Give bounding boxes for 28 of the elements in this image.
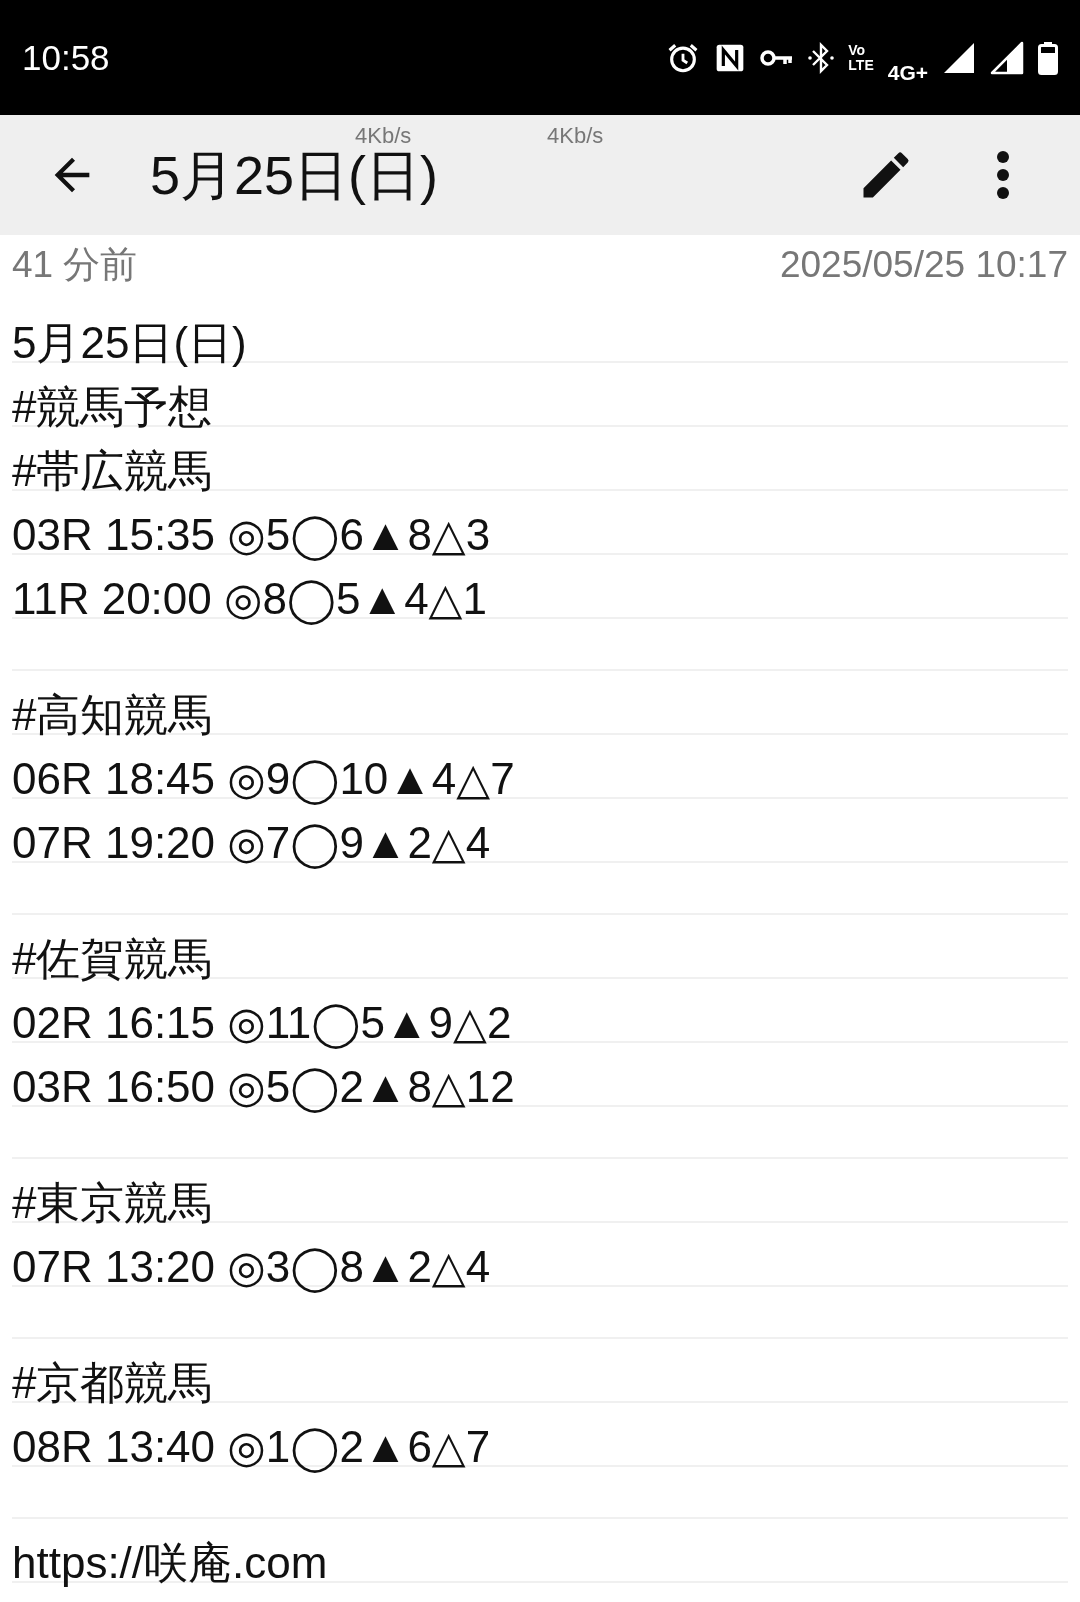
lte-text: LTE: [848, 57, 874, 73]
more-options-icon: [996, 150, 1010, 200]
note-line: 03R 16:50 ◎5◯2▲8△12: [12, 1062, 515, 1111]
bluetooth-icon: [808, 40, 835, 75]
timestamp: 2025/05/25 10:17: [779, 244, 1068, 286]
network-speed: 4Kb/s: [547, 123, 604, 149]
note-line: #佐賀競馬: [12, 934, 213, 983]
note-line: 08R 13:40 ◎1◯2▲6△7: [12, 1422, 491, 1471]
note-line: 03R 15:35 ◎5◯6▲8△3: [12, 510, 491, 559]
note-line: 02R 16:15 ◎11◯5▲9△2: [12, 998, 512, 1047]
network-type: 4G+: [887, 60, 928, 85]
note-line: 07R 13:20 ◎3◯8▲2△4: [12, 1242, 491, 1291]
note-line: #京都競馬: [12, 1358, 213, 1407]
note-line: #競馬予想: [12, 382, 213, 431]
network-speed: 4Kb/s: [355, 123, 412, 149]
note-line: #高知競馬: [12, 690, 213, 739]
signal-icon: [990, 40, 1024, 75]
note-line: 06R 18:45 ◎9◯10▲4△7: [12, 754, 515, 803]
note-line: #東京競馬: [12, 1178, 213, 1227]
note-line: 11R 20:00 ◎8◯5▲4△1: [12, 574, 487, 623]
note-line: 5月25日(日): [12, 318, 247, 367]
note-line: 07R 19:20 ◎7◯9▲2△4: [12, 818, 491, 867]
note-line: https://咲庵.com: [12, 1538, 328, 1587]
note-line: #帯広競馬: [12, 446, 213, 495]
volte-text: Vo: [848, 42, 867, 58]
battery-icon: [1038, 40, 1058, 75]
clock-time: 10:58: [22, 37, 110, 78]
relative-time: 41 分前: [12, 243, 138, 287]
